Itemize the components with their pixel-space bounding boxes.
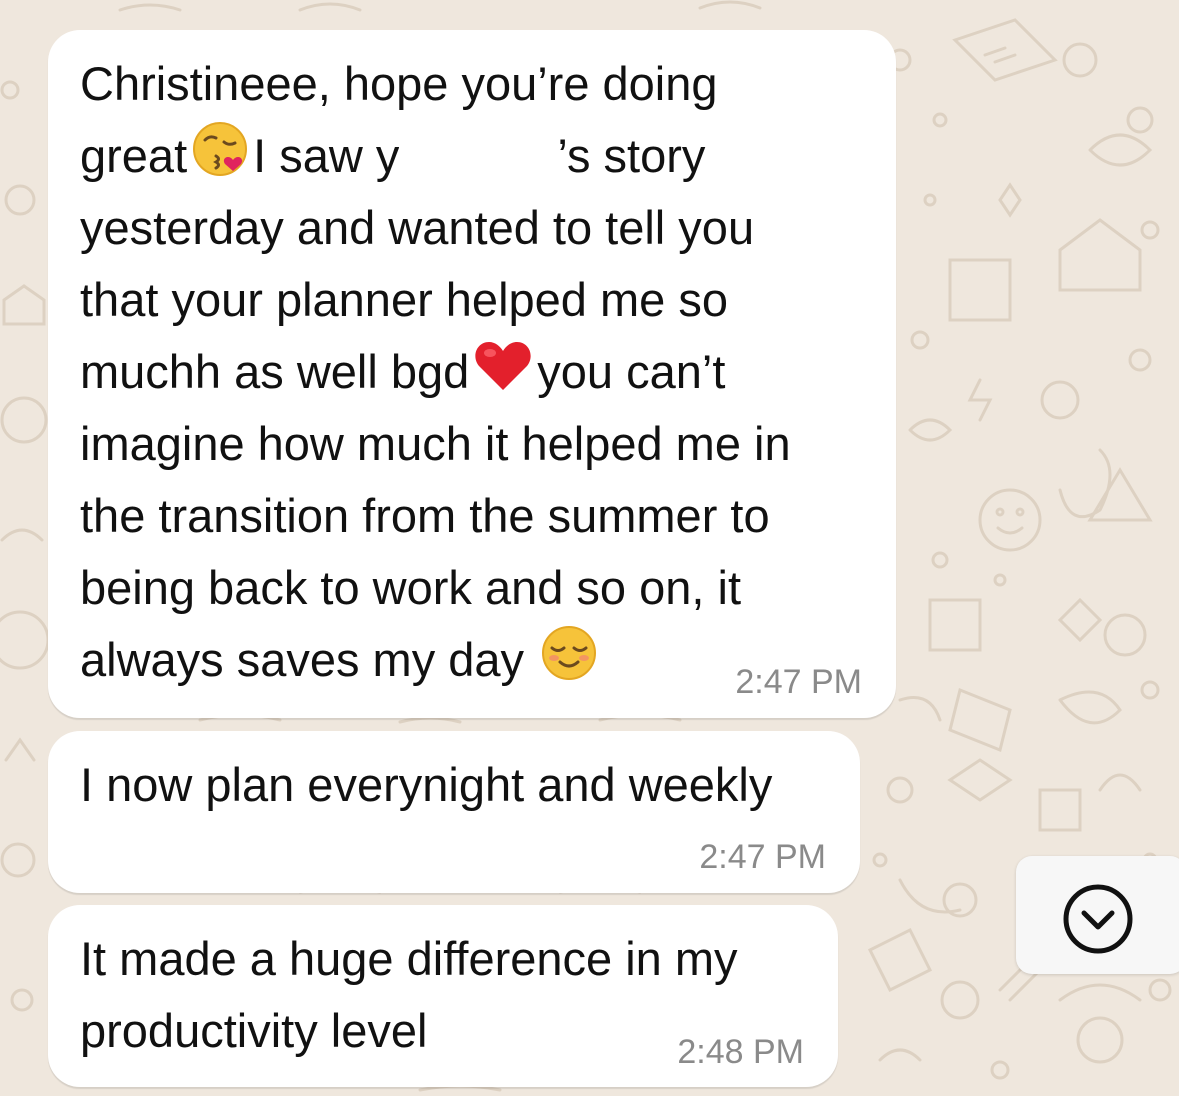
message-text-fragment: great <box>80 129 188 182</box>
message-text-2: I now plan everynight and weekly <box>80 749 772 821</box>
message-text-fragment: I saw y <box>253 129 400 182</box>
message-line: I now plan everynight and weekly <box>80 758 773 811</box>
message-text-fragment: you can’t <box>537 345 726 398</box>
chevron-down-circle-icon <box>1063 884 1133 954</box>
message-text-3: It made a huge difference in my producti… <box>80 923 738 1067</box>
message-line: the transition from the summer to <box>80 489 770 542</box>
smiling-relaxed-emoji <box>540 624 598 702</box>
message-bubble-2[interactable]: I now plan everynight and weekly 2:47 PM <box>48 731 860 893</box>
message-line: great I saw y ’s story <box>80 120 791 192</box>
message-timestamp: 2:48 PM <box>677 1033 804 1071</box>
message-line: that your planner helped me so <box>80 273 728 326</box>
message-line: being back to work and so on, it <box>80 561 742 614</box>
redacted-region <box>399 139 558 180</box>
message-text-fragment: always saves my day <box>80 633 525 686</box>
message-line: imagine how much it helped me in <box>80 417 791 470</box>
message-line: Christineee, hope you’re doing <box>80 57 718 110</box>
message-bubble-1[interactable]: Christineee, hope you’re doing great I s… <box>48 30 896 718</box>
scroll-to-bottom-button[interactable] <box>1016 856 1179 974</box>
message-line: productivity level <box>80 1004 428 1057</box>
message-line: It made a huge difference in my <box>80 932 738 985</box>
message-bubble-3[interactable]: It made a huge difference in my producti… <box>48 905 838 1087</box>
message-timestamp: 2:47 PM <box>735 663 862 701</box>
message-text-1: Christineee, hope you’re doing great I s… <box>80 48 791 696</box>
message-line: always saves my day <box>80 624 791 696</box>
kissing-heart-emoji <box>191 120 249 198</box>
message-text-fragment: ’s story <box>557 129 706 182</box>
message-line: muchh as well bgd you can’t <box>80 336 791 408</box>
red-heart-emoji <box>473 338 533 414</box>
message-timestamp: 2:47 PM <box>699 838 826 876</box>
message-line: yesterday and wanted to tell you <box>80 201 755 254</box>
message-text-fragment: muchh as well bgd <box>80 345 470 398</box>
